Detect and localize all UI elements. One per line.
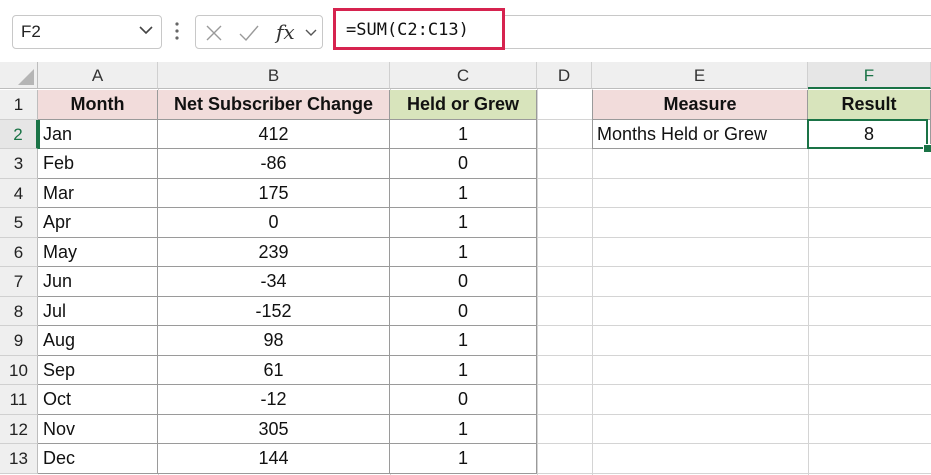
column-header-f[interactable]: F xyxy=(808,62,931,89)
row-header-1[interactable]: 1 xyxy=(0,90,38,120)
subscriber-change-cell[interactable]: -86 xyxy=(158,149,390,179)
chevron-down-icon[interactable] xyxy=(304,26,318,40)
active-row-marker xyxy=(38,119,40,149)
subscriber-change-cell[interactable]: -12 xyxy=(158,385,390,415)
subscriber-change-cell[interactable]: 0 xyxy=(158,208,390,238)
table-header-cell[interactable]: Net Subscriber Change xyxy=(158,90,390,120)
subscriber-change-cell[interactable]: -152 xyxy=(158,296,390,326)
check-icon[interactable] xyxy=(238,23,260,43)
month-cell[interactable]: Jan xyxy=(38,119,158,149)
more-options-icon[interactable] xyxy=(174,18,180,44)
column-header-e[interactable]: E xyxy=(592,62,808,89)
row-header-9[interactable]: 9 xyxy=(0,326,38,356)
subscriber-change-cell[interactable]: 305 xyxy=(158,414,390,444)
month-cell[interactable]: Nov xyxy=(38,414,158,444)
formula-input[interactable]: =SUM(C2:C13) xyxy=(333,8,505,50)
held-or-grew-cell[interactable]: 0 xyxy=(390,149,537,179)
row-header-12[interactable]: 12 xyxy=(0,414,38,444)
row-header-10[interactable]: 10 xyxy=(0,355,38,385)
subscriber-change-cell[interactable]: 412 xyxy=(158,119,390,149)
row-header-2[interactable]: 2 xyxy=(0,119,38,149)
row-header-8[interactable]: 8 xyxy=(0,296,38,326)
month-cell[interactable]: Jun xyxy=(38,267,158,297)
name-box[interactable]: F2 xyxy=(12,15,162,49)
held-or-grew-cell[interactable]: 1 xyxy=(390,355,537,385)
insert-function-icon[interactable]: fx xyxy=(276,20,295,44)
subscriber-change-cell[interactable]: 144 xyxy=(158,444,390,474)
held-or-grew-cell[interactable]: 1 xyxy=(390,208,537,238)
month-cell[interactable]: Apr xyxy=(38,208,158,238)
held-or-grew-cell[interactable]: 1 xyxy=(390,119,537,149)
held-or-grew-cell[interactable]: 1 xyxy=(390,178,537,208)
row-header-3[interactable]: 3 xyxy=(0,149,38,179)
column-header-d[interactable]: D xyxy=(537,62,592,89)
held-or-grew-cell[interactable]: 0 xyxy=(390,267,537,297)
row-header-6[interactable]: 6 xyxy=(0,237,38,267)
row-header-7[interactable]: 7 xyxy=(0,267,38,297)
row-header-5[interactable]: 5 xyxy=(0,208,38,238)
table-header-cell[interactable]: Held or Grew xyxy=(390,90,537,120)
select-all-icon xyxy=(18,69,34,85)
held-or-grew-cell[interactable]: 0 xyxy=(390,296,537,326)
row-header-13[interactable]: 13 xyxy=(0,444,38,474)
held-or-grew-cell[interactable]: 0 xyxy=(390,385,537,415)
table-header-cell[interactable]: Month xyxy=(38,90,158,120)
name-box-value: F2 xyxy=(21,22,41,41)
subscriber-change-cell[interactable]: 239 xyxy=(158,237,390,267)
held-or-grew-cell[interactable]: 1 xyxy=(390,237,537,267)
formula-bar-area: F2 fx =SUM(C2:C13) xyxy=(0,0,931,62)
subscriber-change-cell[interactable]: -34 xyxy=(158,267,390,297)
held-or-grew-cell[interactable]: 1 xyxy=(390,444,537,474)
gridline-vertical xyxy=(537,89,538,475)
cancel-icon[interactable] xyxy=(204,23,224,43)
month-cell[interactable]: Sep xyxy=(38,355,158,385)
month-cell[interactable]: Aug xyxy=(38,326,158,356)
chevron-down-icon[interactable] xyxy=(138,22,154,38)
month-cell[interactable]: Mar xyxy=(38,178,158,208)
spreadsheet-grid: A B C D E F 1 2 3 4 5 6 7 8 9 10 11 12 13 Month Net Subscrib… xyxy=(0,62,931,475)
formula-text: =SUM(C2:C13) xyxy=(346,20,469,40)
month-cell[interactable]: Oct xyxy=(38,385,158,415)
month-cell[interactable]: Jul xyxy=(38,296,158,326)
subscriber-change-cell[interactable]: 61 xyxy=(158,355,390,385)
month-cell[interactable]: Feb xyxy=(38,149,158,179)
held-or-grew-cell[interactable]: 1 xyxy=(390,414,537,444)
subscriber-change-cell[interactable]: 98 xyxy=(158,326,390,356)
row-header-4[interactable]: 4 xyxy=(0,178,38,208)
select-all-corner[interactable] xyxy=(0,62,38,89)
held-or-grew-cell[interactable]: 1 xyxy=(390,326,537,356)
active-cell-selection xyxy=(807,118,928,149)
column-header-b[interactable]: B xyxy=(158,62,390,89)
measure-cell[interactable]: Months Held or Grew xyxy=(592,119,808,149)
fill-handle[interactable] xyxy=(923,144,931,153)
summary-header-cell[interactable]: Measure xyxy=(592,90,808,120)
subscriber-change-cell[interactable]: 175 xyxy=(158,178,390,208)
month-cell[interactable]: Dec xyxy=(38,444,158,474)
summary-header-cell[interactable]: Result xyxy=(808,90,931,120)
formula-input-extension[interactable] xyxy=(505,15,931,49)
column-header-a[interactable]: A xyxy=(38,62,158,89)
row-header-11[interactable]: 11 xyxy=(0,385,38,415)
column-header-c[interactable]: C xyxy=(390,62,537,89)
formula-buttons: fx xyxy=(195,15,323,49)
month-cell[interactable]: May xyxy=(38,237,158,267)
